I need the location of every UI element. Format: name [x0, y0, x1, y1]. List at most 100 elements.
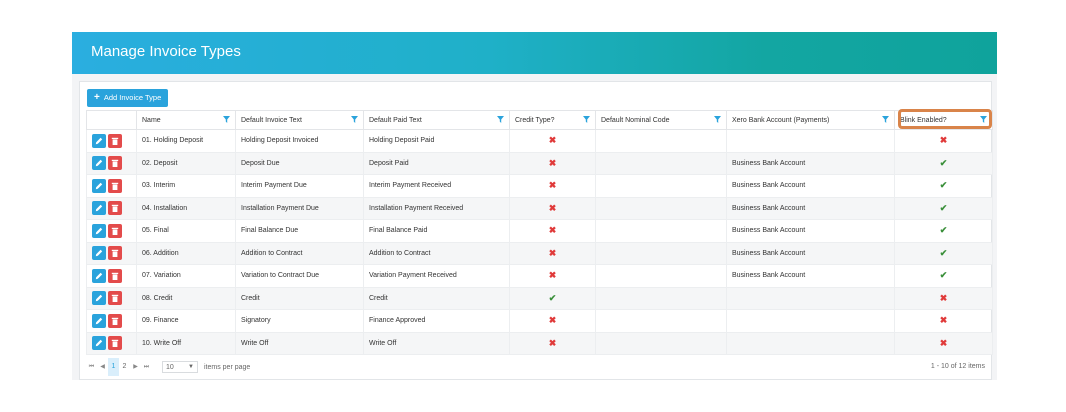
check-icon: ✔ [939, 157, 948, 168]
trash-icon [111, 227, 119, 235]
cell-nominal-code [595, 174, 727, 198]
cross-icon: ✖ [548, 157, 557, 168]
cell-name: 05. Final [136, 219, 236, 243]
pager-page-1[interactable]: 1 [108, 358, 119, 376]
filter-icon[interactable] [223, 116, 230, 123]
cell-credit-type: ✖ [509, 241, 596, 265]
cell-paid-text: Write Off [363, 331, 510, 355]
cell-invoice-text: Write Off [235, 331, 364, 355]
cell-credit-type: ✖ [509, 151, 596, 175]
row-actions [86, 151, 137, 175]
delete-button[interactable] [108, 336, 122, 351]
delete-button[interactable] [108, 133, 122, 148]
delete-button[interactable] [108, 223, 122, 238]
edit-button[interactable] [92, 156, 106, 171]
delete-button[interactable] [108, 201, 122, 216]
cell-name: 04. Installation [136, 196, 236, 220]
cell-nominal-code [595, 331, 727, 355]
trash-icon [111, 250, 119, 258]
edit-button[interactable] [92, 223, 106, 238]
header-name[interactable]: Name [136, 110, 236, 130]
cell-paid-text: Final Balance Paid [363, 219, 510, 243]
cell-name: 09. Finance [136, 309, 236, 333]
cell-name: 06. Addition [136, 241, 236, 265]
filter-icon[interactable] [583, 116, 590, 123]
pager-first-button[interactable]: ⏮ [86, 358, 97, 376]
invoice-types-grid: Name Default Invoice Text Default Paid T… [86, 110, 993, 355]
row-actions [86, 219, 137, 243]
row-actions [86, 309, 137, 333]
delete-button[interactable] [108, 291, 122, 306]
cell-invoice-text: Holding Deposit Invoiced [235, 129, 364, 153]
filter-icon[interactable] [714, 116, 721, 123]
table-row: 04. Installation Installation Payment Due… [86, 196, 993, 220]
filter-icon[interactable] [351, 116, 358, 123]
page-header: Manage Invoice Types [72, 32, 997, 74]
pencil-icon [95, 317, 103, 324]
delete-button[interactable] [108, 313, 122, 328]
edit-button[interactable] [92, 133, 106, 148]
check-icon: ✔ [939, 202, 948, 213]
pager-page-2[interactable]: 2 [119, 358, 130, 376]
grid-header-row: Name Default Invoice Text Default Paid T… [86, 110, 993, 130]
cell-credit-type: ✖ [509, 309, 596, 333]
cell-name: 02. Deposit [136, 151, 236, 175]
trash-icon [111, 317, 119, 325]
cell-blink-enabled: ✔ [894, 264, 993, 288]
filter-icon[interactable] [882, 116, 889, 123]
cell-blink-enabled: ✔ [894, 151, 993, 175]
header-credit-type[interactable]: Credit Type? [509, 110, 596, 130]
row-actions [86, 174, 137, 198]
table-row: 02. Deposit Deposit Due Deposit Paid ✖ Busin… [86, 151, 993, 175]
table-row: 08. Credit Credit Credit ✔ ✖ [86, 286, 993, 310]
check-icon: ✔ [939, 247, 948, 258]
cell-invoice-text: Deposit Due [235, 151, 364, 175]
cell-credit-type: ✖ [509, 264, 596, 288]
header-xero-bank-account[interactable]: Xero Bank Account (Payments) [726, 110, 895, 130]
cell-paid-text: Addition to Contract [363, 241, 510, 265]
cell-blink-enabled: ✔ [894, 196, 993, 220]
items-per-page-select[interactable]: 10 ▼ [162, 361, 198, 373]
trash-icon [111, 160, 119, 168]
table-row: 01. Holding Deposit Holding Deposit Invoi… [86, 129, 993, 153]
pager-last-button[interactable]: ⏭ [141, 358, 152, 376]
cell-name: 03. Interim [136, 174, 236, 198]
header-default-invoice-text[interactable]: Default Invoice Text [235, 110, 364, 130]
cross-icon: ✖ [548, 270, 557, 281]
cross-icon: ✖ [548, 180, 557, 191]
cell-paid-text: Deposit Paid [363, 151, 510, 175]
cell-credit-type: ✖ [509, 129, 596, 153]
items-per-page-label: items per page [204, 363, 251, 371]
filter-icon[interactable] [497, 116, 504, 123]
table-row: 10. Write Off Write Off Write Off ✖ ✖ [86, 331, 993, 355]
delete-button[interactable] [108, 268, 122, 283]
delete-button[interactable] [108, 178, 122, 193]
pager-prev-button[interactable]: ◀ [97, 358, 108, 376]
delete-button[interactable] [108, 246, 122, 261]
cell-blink-enabled: ✔ [894, 219, 993, 243]
caret-down-icon: ▼ [188, 364, 194, 370]
cell-nominal-code [595, 129, 727, 153]
cell-credit-type: ✔ [509, 286, 596, 310]
add-invoice-type-button[interactable]: + Add Invoice Type [87, 89, 169, 107]
edit-button[interactable] [92, 246, 106, 261]
trash-icon [111, 295, 119, 303]
edit-button[interactable] [92, 336, 106, 351]
cell-paid-text: Holding Deposit Paid [363, 129, 510, 153]
edit-button[interactable] [92, 313, 106, 328]
edit-button[interactable] [92, 291, 106, 306]
delete-button[interactable] [108, 156, 122, 171]
pager-next-button[interactable]: ▶ [130, 358, 141, 376]
cell-paid-text: Finance Approved [363, 309, 510, 333]
edit-button[interactable] [92, 178, 106, 193]
pencil-icon [95, 340, 103, 347]
cell-bank-account [726, 129, 895, 153]
edit-button[interactable] [92, 268, 106, 283]
page-title: Manage Invoice Types [91, 43, 241, 60]
edit-button[interactable] [92, 201, 106, 216]
table-row: 07. Variation Variation to Contract Due Va… [86, 264, 993, 288]
cell-name: 07. Variation [136, 264, 236, 288]
header-default-paid-text[interactable]: Default Paid Text [363, 110, 510, 130]
header-default-nominal-code[interactable]: Default Nominal Code [595, 110, 727, 130]
trash-icon [111, 205, 119, 213]
